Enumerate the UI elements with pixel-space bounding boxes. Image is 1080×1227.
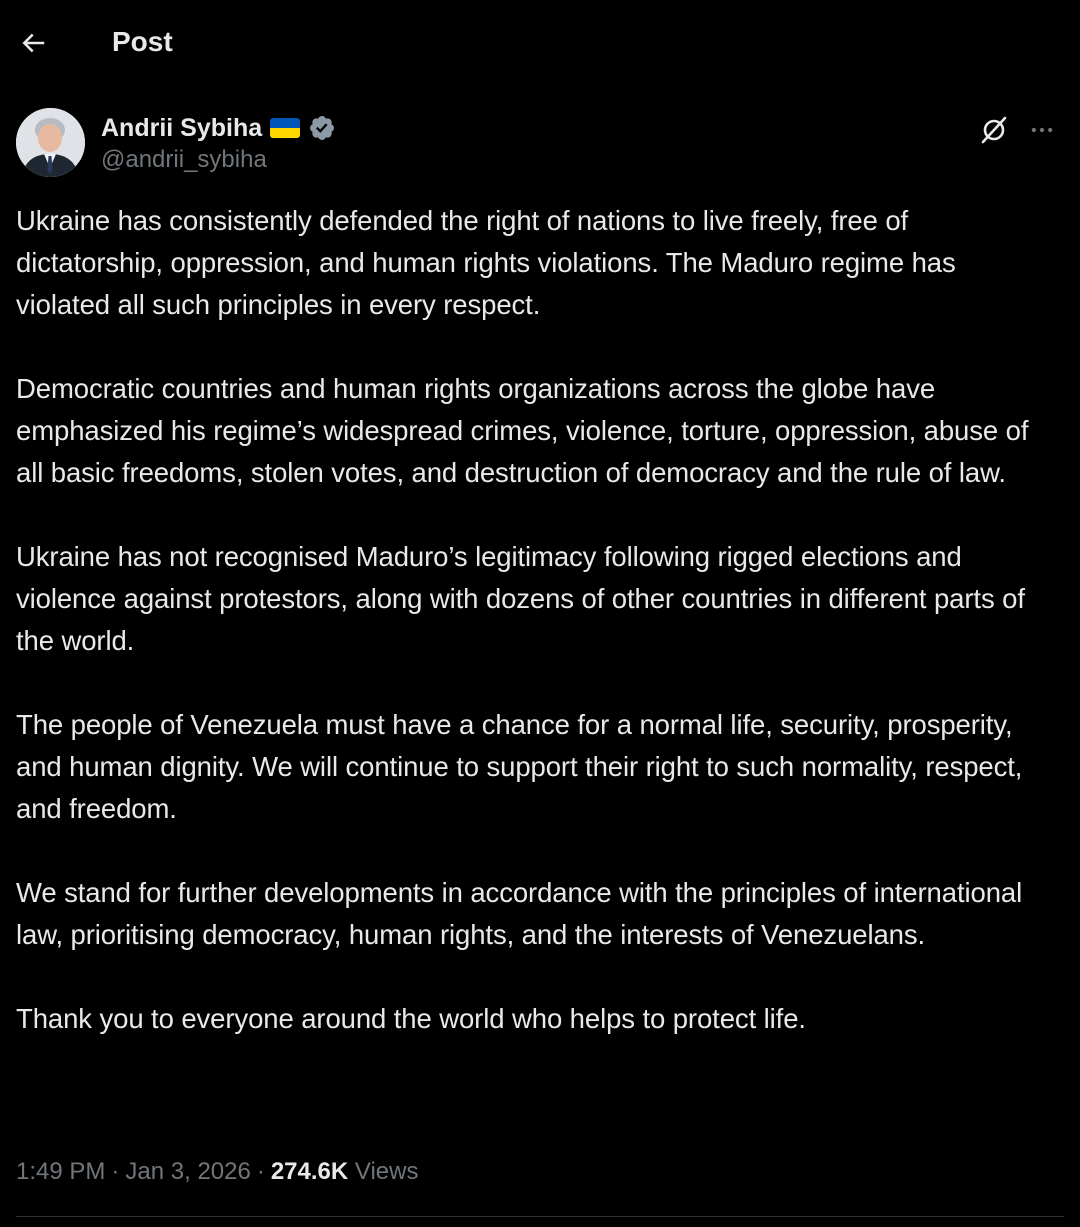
author-name-line: Andrii Sybiha xyxy=(101,110,336,146)
post-text: Ukraine has consistently defended the ri… xyxy=(16,200,1056,1040)
author-row: Andrii Sybiha @andrii_sybiha xyxy=(0,104,1080,184)
grok-icon xyxy=(981,116,1007,144)
back-button[interactable] xyxy=(12,22,54,64)
post-meta: 1:49 PM · Jan 3, 2026 · 274.6K Views xyxy=(16,1154,418,1190)
post-paragraph: The people of Venezuela must have a chan… xyxy=(16,709,1023,824)
post-paragraph: We stand for further developments in acc… xyxy=(16,877,1023,950)
views-label: Views xyxy=(354,1158,419,1185)
top-bar: Post xyxy=(0,0,1080,84)
arrow-left-icon xyxy=(22,33,45,53)
meta-separator: · xyxy=(111,1158,120,1185)
grok-button[interactable] xyxy=(974,110,1014,150)
author-handle[interactable]: @andrii_sybiha xyxy=(101,145,267,175)
ukraine-flag-icon xyxy=(270,118,301,138)
post-paragraph: Ukraine has consistently defended the ri… xyxy=(16,205,956,320)
avatar[interactable] xyxy=(16,108,85,177)
post-view: Post Andrii Sybiha @andrii_sybiha Ukrain… xyxy=(0,0,1080,1227)
meta-separator: · xyxy=(256,1158,265,1185)
post-date[interactable]: Jan 3, 2026 xyxy=(125,1158,250,1185)
avatar-image xyxy=(16,108,85,177)
views-count[interactable]: 274.6K xyxy=(271,1158,348,1185)
post-time[interactable]: 1:49 PM xyxy=(16,1158,105,1185)
page-title: Post xyxy=(112,26,173,57)
post-paragraph: Democratic countries and human rights or… xyxy=(16,373,1029,488)
post-paragraph: Thank you to everyone around the world w… xyxy=(16,1003,806,1034)
more-horizontal-icon xyxy=(1031,127,1053,133)
divider xyxy=(16,1216,1064,1217)
more-options-button[interactable] xyxy=(1022,110,1062,150)
verified-badge-icon[interactable] xyxy=(308,114,336,142)
post-paragraph: Ukraine has not recognised Maduro’s legi… xyxy=(16,541,1025,656)
author-name[interactable]: Andrii Sybiha xyxy=(101,112,262,144)
